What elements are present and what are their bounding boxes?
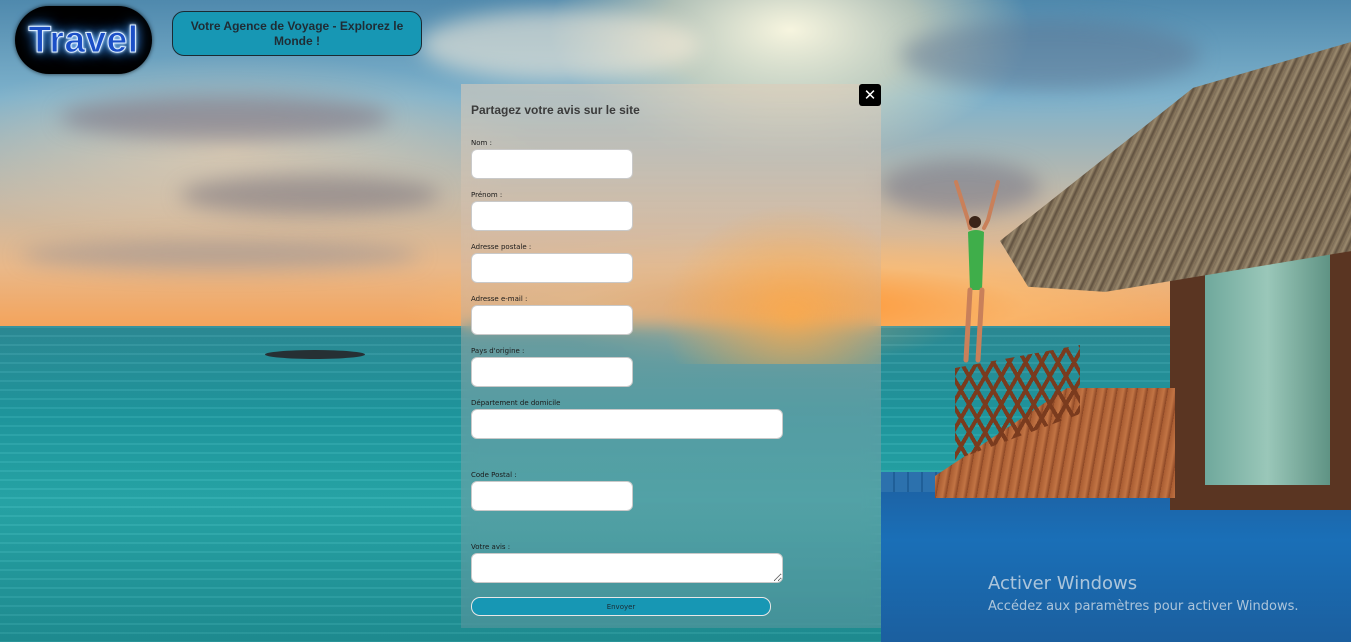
activation-watermark-title: Activer Windows <box>988 573 1138 594</box>
adresse-postale-label: Adresse postale : <box>471 243 532 251</box>
cloud <box>420 10 700 80</box>
cloud <box>180 175 440 215</box>
pays-label: Pays d'origine : <box>471 347 525 355</box>
cloud <box>60 95 390 140</box>
close-button[interactable]: ✕ <box>859 84 881 106</box>
person-figure <box>954 180 1000 363</box>
email-label: Adresse e-mail : <box>471 295 528 303</box>
code-postal-input[interactable] <box>471 481 633 511</box>
email-input[interactable] <box>471 305 633 335</box>
cloud <box>20 240 420 270</box>
tagline-banner: Votre Agence de Voyage - Explorez le Mon… <box>172 11 422 56</box>
panel-sun-glow <box>661 204 881 364</box>
submit-button[interactable]: Envoyer <box>471 597 771 616</box>
hut-curtain <box>1205 240 1330 485</box>
cloud <box>900 20 1200 90</box>
activation-watermark-subtitle: Accédez aux paramètres pour activer Wind… <box>988 599 1299 614</box>
prenom-label: Prénom : <box>471 191 503 199</box>
pays-input[interactable] <box>471 357 633 387</box>
avis-label: Votre avis : <box>471 543 511 551</box>
nom-label: Nom : <box>471 139 492 147</box>
nom-input[interactable] <box>471 149 633 179</box>
avis-textarea[interactable] <box>471 553 783 583</box>
logo-text: Travel <box>28 19 139 61</box>
form-title: Partagez votre avis sur le site <box>471 103 640 117</box>
prenom-input[interactable] <box>471 201 633 231</box>
adresse-postale-input[interactable] <box>471 253 633 283</box>
departement-input[interactable] <box>471 409 783 439</box>
rocks <box>265 350 365 359</box>
departement-label: Département de domicile <box>471 399 561 407</box>
logo[interactable]: Travel <box>15 6 152 74</box>
code-postal-label: Code Postal : <box>471 471 517 479</box>
